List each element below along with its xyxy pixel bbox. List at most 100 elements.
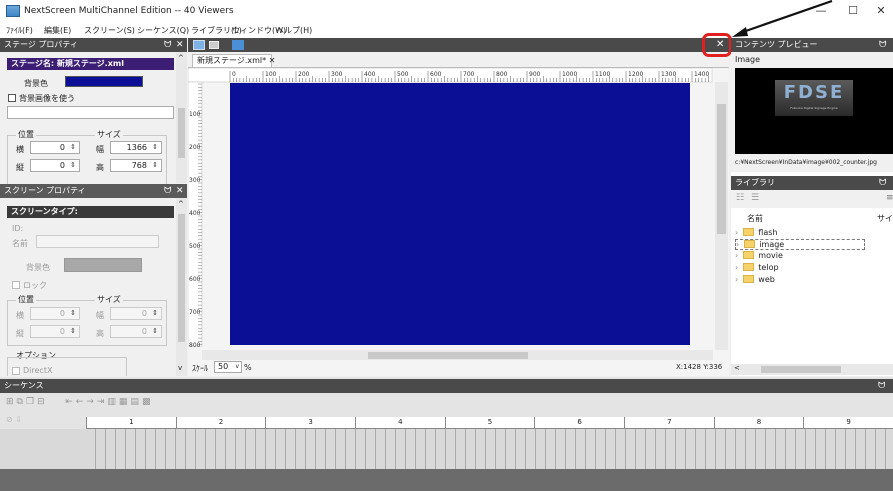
prev-icon[interactable]: ← [76, 397, 87, 407]
stage-canvas[interactable] [230, 83, 690, 345]
stepper-arrows-icon[interactable]: ⇕ [150, 161, 160, 170]
directx-checkbox[interactable] [12, 367, 20, 375]
scroll-left-icon[interactable]: < [734, 364, 740, 372]
insert-icon[interactable]: ▥ [107, 397, 119, 407]
sequence-column-header[interactable]: 5 [444, 417, 535, 428]
stepper-arrows-icon[interactable]: ⇕ [150, 309, 160, 318]
delete-icon[interactable]: ⊟ [37, 397, 48, 407]
sequence-column-header[interactable]: 6 [534, 417, 624, 428]
sequence-track[interactable] [0, 429, 893, 469]
pin-icon[interactable]: ᗢ [878, 379, 885, 393]
h-stepper[interactable]: 768 ⇕ [110, 159, 162, 172]
pin-icon[interactable]: ᗢ [879, 176, 886, 190]
list-view-icon[interactable]: ☷ [736, 193, 744, 203]
copy-icon[interactable]: ⧉ [17, 397, 26, 407]
add-screen-icon[interactable]: ⊞ [6, 397, 17, 407]
pin-icon[interactable]: ᗢ [164, 38, 171, 52]
x-stepper[interactable]: 0 ⇕ [30, 141, 80, 154]
stepper-arrows-icon[interactable]: ⇕ [68, 309, 78, 318]
bg-color-swatch[interactable] [65, 76, 143, 87]
panel-close-icon[interactable]: ✕ [176, 38, 184, 52]
panel-close-icon[interactable]: ✕ [176, 184, 184, 198]
sequence-column-header[interactable]: 8 [713, 417, 804, 428]
col-size-header[interactable]: サイズ [877, 213, 893, 224]
window-close-button[interactable]: ✕ [866, 0, 893, 22]
w-stepper[interactable]: 1366 ⇕ [110, 141, 162, 154]
paste-icon[interactable]: ❐ [26, 397, 37, 407]
image-view-icon[interactable] [232, 40, 244, 50]
grid-view-icon[interactable] [209, 41, 219, 49]
zoom-select[interactable]: 50 v [214, 361, 242, 373]
maximize-button[interactable]: ☐ [838, 0, 868, 22]
screen-h-label: 高 [96, 329, 104, 338]
first-icon[interactable]: ⇤ [65, 397, 76, 407]
sequence-column-header[interactable]: 4 [355, 417, 445, 428]
pin-icon[interactable]: ᗢ [879, 38, 886, 52]
stepper-arrows-icon[interactable]: ⇕ [150, 143, 160, 152]
sequence-column-header[interactable]: 7 [624, 417, 714, 428]
y-stepper[interactable]: 0 ⇕ [30, 159, 80, 172]
scroll-down-icon[interactable]: v [178, 364, 182, 372]
detail-view-icon[interactable]: ☰ [751, 193, 759, 203]
folder-flash[interactable]: › flash [735, 228, 777, 239]
sequence-column-header[interactable]: 3 [265, 417, 355, 428]
folder-image[interactable]: › image [735, 239, 865, 250]
library-toolbar: ☷ ☰ ≡ [731, 190, 893, 208]
use-bg-image-checkbox[interactable] [8, 94, 16, 102]
menu-sequence[interactable]: シーケンス(Q) [137, 25, 189, 36]
folder-icon [743, 263, 755, 271]
sequence-extra-icons[interactable]: ⊘ ⇩ [6, 415, 22, 424]
scrollbar-thumb[interactable] [178, 108, 185, 158]
stage-canvas-area: 0 100 200 300 400 500 600 700 800 900 1000 1100 1200… [188, 68, 729, 376]
screen-y-stepper[interactable]: 0 ⇕ [30, 325, 80, 338]
sequence-columns-header: 123456789 [86, 417, 893, 429]
sequence-column-header[interactable]: 2 [175, 417, 266, 428]
scrollbar-thumb[interactable] [761, 366, 841, 373]
stepper-arrows-icon[interactable]: ⇕ [68, 327, 78, 336]
directx-label: DirectX [23, 366, 53, 375]
stepper-arrows-icon[interactable]: ⇕ [150, 327, 160, 336]
folder-telop[interactable]: › telop [735, 263, 779, 274]
ruler-v-label: 100 [189, 111, 201, 118]
screen-bg-color-swatch[interactable] [64, 258, 142, 272]
screen-w-label: 幅 [96, 311, 104, 320]
table-icon[interactable]: ▩ [142, 397, 154, 407]
sequence-column-header[interactable]: 9 [803, 417, 893, 428]
stepper-arrows-icon[interactable]: ⇕ [68, 143, 78, 152]
bg-image-path-input[interactable] [7, 106, 174, 119]
menu-edit[interactable]: 編集(E) [44, 25, 71, 36]
col-name-header[interactable]: 名前 [747, 213, 763, 224]
stage-props-scrollbar[interactable]: ^ [176, 52, 187, 183]
sequence-column-header[interactable]: 1 [86, 417, 176, 428]
menu-screen[interactable]: スクリーン(S) [84, 25, 135, 36]
library-h-scrollbar[interactable]: < [731, 364, 893, 375]
stepper-arrows-icon[interactable]: ⇕ [68, 161, 78, 170]
bg-color-label: 背景色 [24, 79, 48, 88]
screen-w-stepper[interactable]: 0 ⇕ [110, 307, 162, 320]
scrollbar-thumb[interactable] [178, 214, 185, 342]
menu-help[interactable]: ヘルプ(H) [276, 25, 312, 36]
next-icon[interactable]: → [86, 397, 97, 407]
stage-view-icon[interactable] [193, 40, 205, 50]
screen-h-stepper[interactable]: 0 ⇕ [110, 325, 162, 338]
folder-web[interactable]: › web [735, 275, 775, 286]
columns-icon[interactable]: ▤ [130, 397, 142, 407]
screen-x-stepper[interactable]: 0 ⇕ [30, 307, 80, 320]
last-icon[interactable]: ⇥ [97, 397, 108, 407]
scroll-up-icon[interactable]: ^ [178, 54, 184, 62]
tab-new-stage[interactable]: 新規ステージ.xml* ✕ [192, 54, 275, 67]
menu-file[interactable]: ﾌｧｲﾙ(F) [6, 25, 33, 36]
ruler-h-label: 1000 [562, 71, 577, 78]
folder-movie[interactable]: › movie [735, 251, 783, 262]
contents-preview-panel: コンテンツ プレビュー ᗢ Image FDSE Fukuoka Digital… [731, 38, 893, 172]
ruler-v-label: 300 [189, 177, 201, 184]
screen-props-scrollbar[interactable]: ^ v [176, 198, 187, 376]
contents-preview-header: コンテンツ プレビュー ᗢ [731, 38, 893, 52]
scroll-up-icon[interactable]: ^ [178, 200, 184, 208]
lock-checkbox[interactable] [12, 281, 20, 289]
grid-icon[interactable]: ▦ [119, 397, 131, 407]
preview-image: FDSE Fukuoka Digital Signage Engine [735, 68, 893, 154]
menu-icon[interactable]: ≡ [886, 193, 893, 203]
screen-name-input[interactable] [36, 235, 159, 248]
pin-icon[interactable]: ᗢ [164, 184, 171, 198]
